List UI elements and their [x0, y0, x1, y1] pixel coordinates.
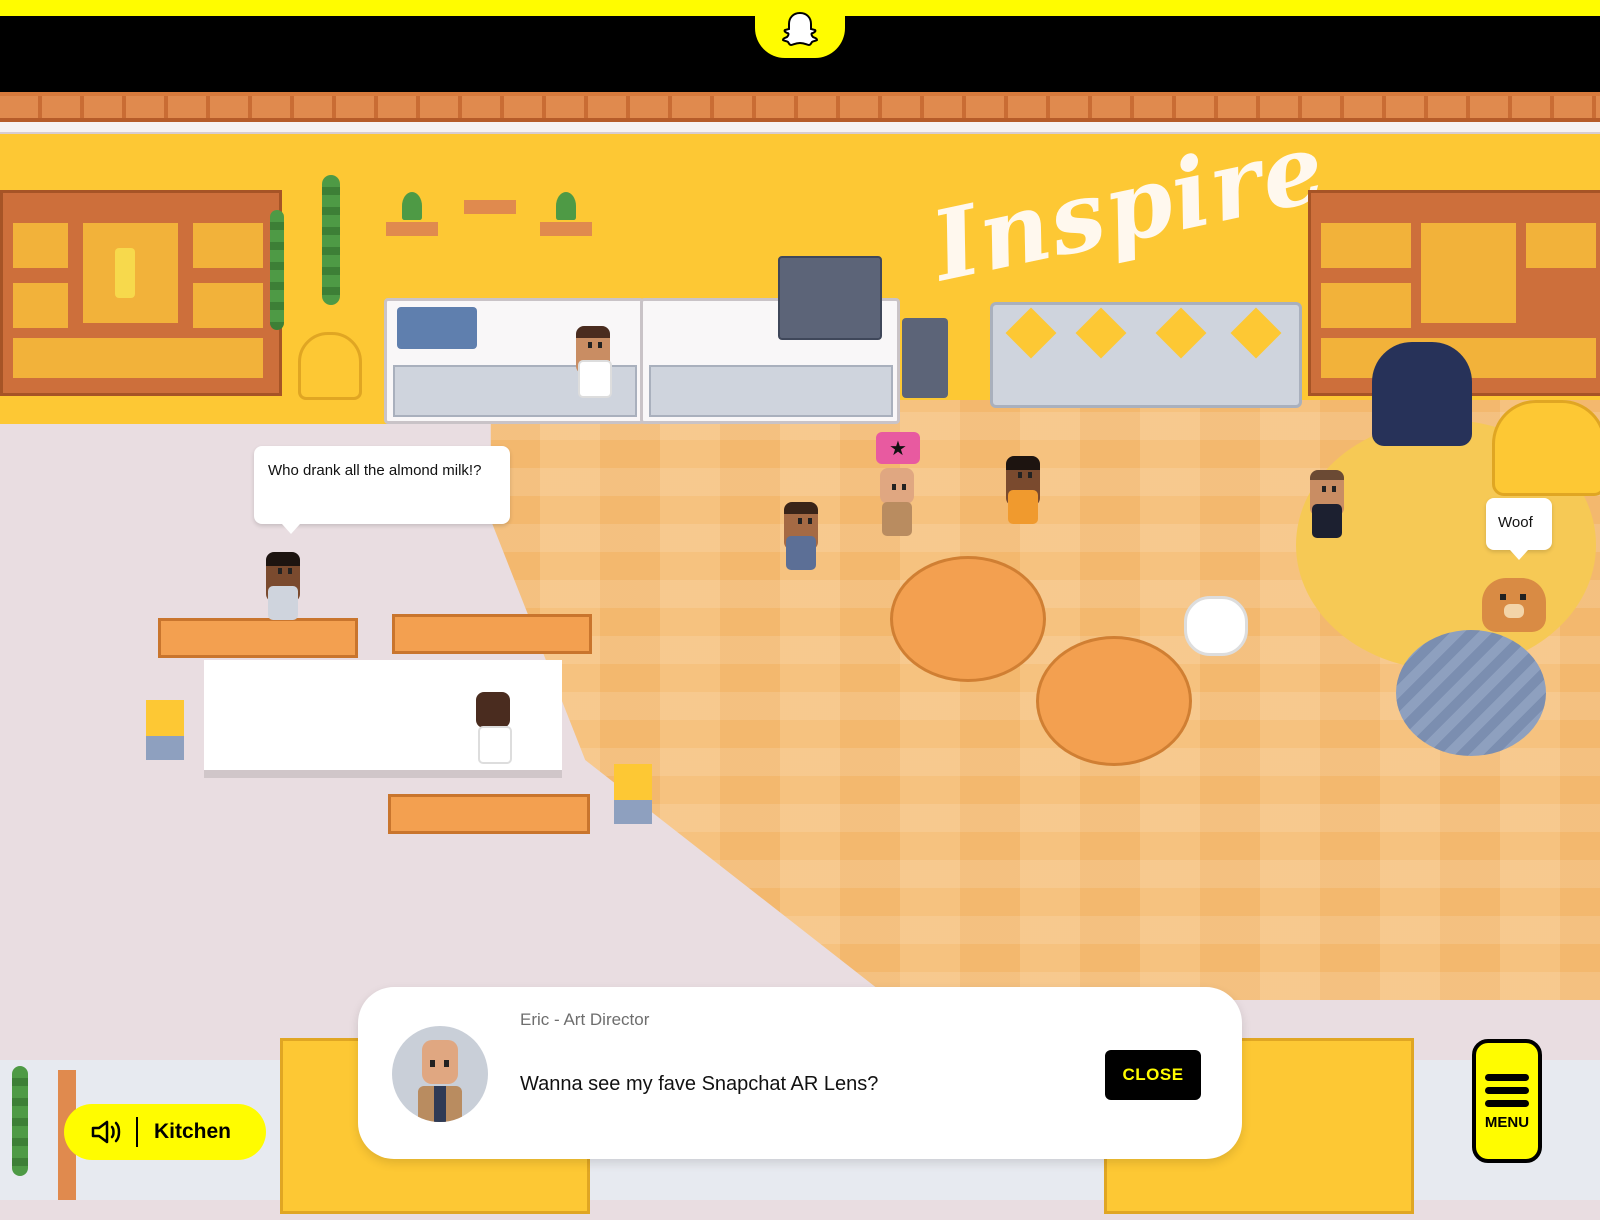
speech-bubble-tail [1510, 550, 1528, 560]
sofa [990, 302, 1302, 408]
hanging-vine [270, 210, 284, 330]
speech-bubble-almond-milk: Who drank all the almond milk!? [254, 446, 510, 524]
yellow-stool [614, 764, 652, 824]
yellow-stool [146, 700, 184, 760]
striped-pouf [1396, 630, 1546, 756]
speech-bubble-text: Who drank all the almond milk!? [268, 462, 482, 479]
avatar [392, 1026, 488, 1122]
yellow-armchair [1492, 400, 1600, 496]
star-icon: ★ [889, 437, 907, 460]
trophy-icon [115, 248, 135, 298]
pill-divider [136, 1117, 138, 1147]
room-name: Kitchen [154, 1120, 232, 1143]
close-button[interactable]: CLOSE [1105, 1050, 1201, 1100]
yellow-chair [298, 332, 362, 400]
character-chef[interactable] [568, 326, 620, 436]
snapchat-ghost-icon [781, 11, 819, 47]
speech-bubble-woof: Woof [1486, 498, 1552, 550]
hamburger-icon [1485, 1071, 1529, 1110]
kitchen-counter-right [640, 256, 900, 424]
snapchat-logo-tab[interactable] [755, 0, 845, 58]
white-stool [1184, 596, 1248, 656]
navy-armchair [1372, 342, 1472, 446]
character-orange-shirt[interactable] [998, 456, 1050, 576]
coffee-machine [778, 256, 882, 340]
menu-label: MENU [1484, 1114, 1530, 1131]
speech-bubble-text: Woof [1498, 514, 1533, 531]
plant-icon [556, 192, 576, 220]
menu-button[interactable]: MENU [1472, 1039, 1542, 1163]
star-badge[interactable]: ★ [876, 432, 920, 464]
dialog-speaker-name: Eric - Art Director [520, 1010, 650, 1029]
round-table [1036, 636, 1192, 766]
character-seated[interactable] [258, 552, 310, 652]
speaker-icon[interactable] [90, 1119, 124, 1145]
character-dark-shirt[interactable] [1302, 470, 1354, 590]
bench [388, 794, 590, 834]
wall-shelf [386, 222, 438, 236]
character-back[interactable] [468, 692, 520, 792]
character-walking[interactable] [776, 502, 828, 622]
dog[interactable] [1482, 578, 1546, 632]
dialog-message: Wanna see my fave Snapchat AR Lens? [520, 1073, 879, 1095]
brick-trim [0, 92, 1600, 122]
character-eric[interactable] [872, 468, 924, 578]
wall-shelf [464, 200, 516, 214]
white-trim [0, 122, 1600, 134]
bench [392, 614, 592, 654]
speech-bubble-tail [282, 524, 300, 534]
wall-shelf [540, 222, 592, 236]
room-indicator[interactable]: Kitchen [64, 1104, 266, 1160]
trash-bin [902, 318, 948, 398]
bookshelf-left [0, 190, 282, 396]
hanging-vine [322, 175, 340, 305]
plant-icon [402, 192, 422, 220]
